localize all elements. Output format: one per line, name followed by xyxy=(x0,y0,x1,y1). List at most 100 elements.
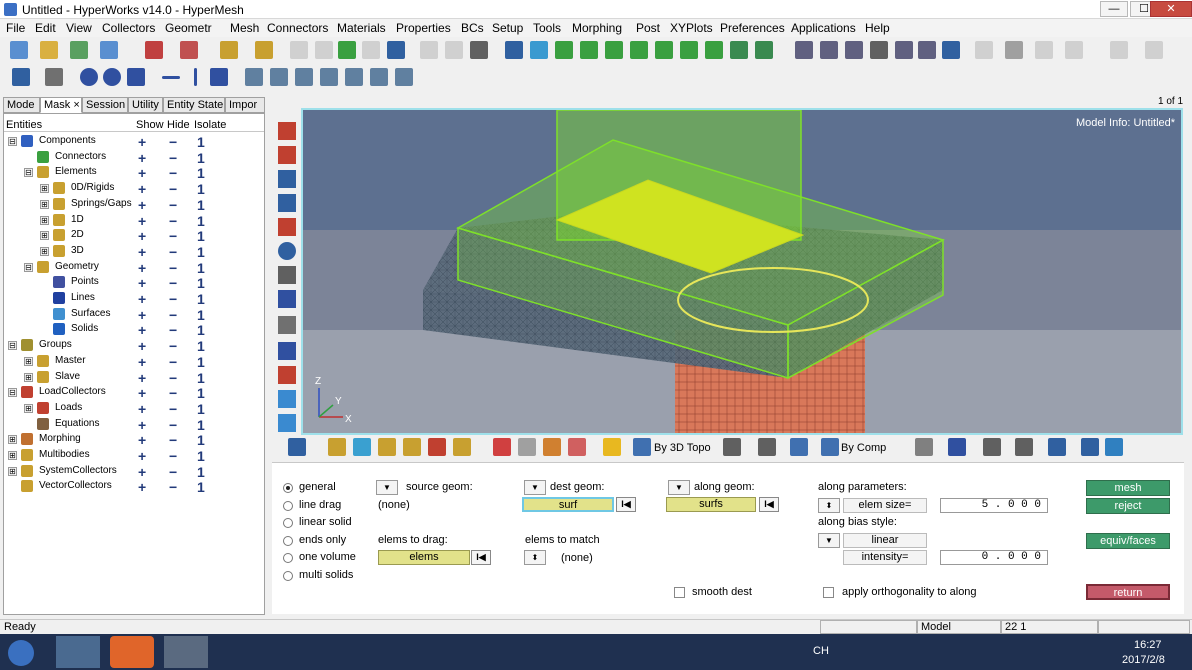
tree-expander[interactable]: ⊟ xyxy=(8,388,17,398)
mode-label[interactable]: line drag xyxy=(299,499,341,511)
monitor-icon[interactable] xyxy=(1105,438,1123,456)
paste-icon[interactable] xyxy=(1035,41,1053,59)
surface-icon[interactable] xyxy=(278,194,296,212)
window-layout-icon[interactable] xyxy=(387,41,405,59)
forward-arrow-icon[interactable] xyxy=(315,41,333,59)
menu-xyplots[interactable]: XYPlots xyxy=(670,21,713,35)
isolate-button[interactable]: 1 xyxy=(197,275,205,291)
view-y-icon[interactable] xyxy=(580,41,598,59)
isolate-button[interactable]: 1 xyxy=(197,150,205,166)
bias-style-value[interactable]: linear xyxy=(843,533,927,548)
along-geom-reset[interactable]: I◀ xyxy=(759,497,779,512)
open-model-icon[interactable] xyxy=(10,41,28,59)
view-bottom-icon[interactable] xyxy=(755,41,773,59)
dest-geom-selector[interactable]: surf xyxy=(522,497,614,512)
mode-radio[interactable] xyxy=(283,535,293,546)
tree-expander[interactable]: ⊞ xyxy=(24,356,33,366)
mode-label[interactable]: multi solids xyxy=(299,569,353,581)
elems-to-drag-selector[interactable]: elems xyxy=(378,550,470,565)
show-plus-button[interactable]: + xyxy=(138,260,146,276)
panel-5-icon[interactable] xyxy=(345,68,363,86)
mode-label[interactable]: general xyxy=(299,481,336,493)
element-icon[interactable] xyxy=(278,170,296,188)
show-plus-button[interactable]: + xyxy=(138,291,146,307)
undo-icon[interactable] xyxy=(180,41,198,59)
entity-row[interactable]: ⊞ 2D + − 1 xyxy=(4,228,264,244)
panel-1-icon[interactable] xyxy=(245,68,263,86)
label-abc-red-icon[interactable] xyxy=(278,366,296,384)
show-plus-button[interactable]: + xyxy=(138,370,146,386)
tree-expander[interactable]: ⊞ xyxy=(8,466,17,476)
tab-import[interactable]: Impor xyxy=(225,97,265,113)
menu-mesh[interactable]: Mesh xyxy=(230,21,259,35)
hide-minus-button[interactable]: − xyxy=(169,260,177,276)
elems-to-match-switch[interactable]: ⬍ xyxy=(524,550,546,565)
entity-row[interactable]: Solids + − 1 xyxy=(4,322,264,338)
equiv-faces-button[interactable]: equiv/faces xyxy=(1086,533,1170,549)
layout-1-icon[interactable] xyxy=(420,41,438,59)
show-plus-button[interactable]: + xyxy=(138,401,146,417)
surface-display-icon[interactable] xyxy=(1048,438,1066,456)
show-plus-button[interactable]: + xyxy=(138,150,146,166)
intensity-field[interactable]: 0 . 0 0 0 xyxy=(940,550,1048,565)
wrench-icon[interactable] xyxy=(45,68,63,86)
elems-to-drag-reset[interactable]: I◀ xyxy=(471,550,491,565)
hide-minus-button[interactable]: − xyxy=(169,322,177,338)
menu-bcs[interactable]: BCs xyxy=(461,21,484,35)
show-plus-button[interactable]: + xyxy=(138,181,146,197)
mode-label[interactable]: ends only xyxy=(299,534,346,546)
shaded-icon[interactable] xyxy=(353,438,371,456)
menu-properties[interactable]: Properties xyxy=(396,21,451,35)
options-icon[interactable] xyxy=(220,41,238,59)
zoom-cursor-icon[interactable] xyxy=(845,41,863,59)
view-iso2-icon[interactable] xyxy=(730,41,748,59)
box-icon[interactable] xyxy=(790,438,808,456)
entity-row[interactable]: ⊞ 1D + − 1 xyxy=(4,213,264,229)
folder2-icon[interactable] xyxy=(403,438,421,456)
isolate-button[interactable]: 1 xyxy=(197,448,205,464)
apply-orthogonality-checkbox[interactable] xyxy=(823,587,834,598)
hide-minus-button[interactable]: − xyxy=(169,401,177,417)
solid-icon[interactable] xyxy=(278,218,296,236)
line-icon[interactable] xyxy=(983,438,1001,456)
isolate-button[interactable]: 1 xyxy=(197,338,205,354)
tree-expander[interactable]: ⊞ xyxy=(40,184,49,194)
mask-icon[interactable] xyxy=(278,390,296,408)
view-neg-x-icon[interactable] xyxy=(655,41,673,59)
isolate-button[interactable]: 1 xyxy=(197,291,205,307)
isolate-button[interactable]: 1 xyxy=(197,354,205,370)
smooth-dest-checkbox[interactable] xyxy=(674,587,685,598)
view-z-icon[interactable] xyxy=(605,41,623,59)
intensity-button[interactable]: intensity= xyxy=(843,550,927,565)
minimize-button[interactable]: — xyxy=(1100,1,1128,17)
comp-display-icon[interactable] xyxy=(328,438,346,456)
show-plus-button[interactable]: + xyxy=(138,338,146,354)
start-button-icon[interactable] xyxy=(8,640,34,666)
bias-style-dropdown[interactable]: ▼ xyxy=(818,533,840,548)
tree-expander[interactable]: ⊟ xyxy=(8,137,17,146)
plus-icon[interactable] xyxy=(194,68,197,86)
isolate-button[interactable]: 1 xyxy=(197,307,205,323)
hide-minus-button[interactable]: − xyxy=(169,307,177,323)
panel-7-icon[interactable] xyxy=(395,68,413,86)
switch-icon[interactable] xyxy=(210,68,228,86)
panel-6-icon[interactable] xyxy=(370,68,388,86)
entity-row[interactable]: Points + − 1 xyxy=(4,275,264,291)
show-plus-button[interactable]: + xyxy=(138,448,146,464)
tree-expander[interactable]: ⊟ xyxy=(8,341,17,351)
entity-row[interactable]: Connectors + − 1 xyxy=(4,150,264,166)
hide-minus-button[interactable]: − xyxy=(169,150,177,166)
copy-icon[interactable] xyxy=(1065,41,1083,59)
help-icon[interactable] xyxy=(568,438,586,456)
close-button[interactable]: ✕ xyxy=(1150,1,1192,17)
entity-row[interactable]: ⊞ Multibodies + − 1 xyxy=(4,448,264,464)
entity-row[interactable]: ⊞ Loads + − 1 xyxy=(4,401,264,417)
grid-icon[interactable] xyxy=(12,68,30,86)
clock-date[interactable]: 2017/2/8 xyxy=(1122,654,1165,666)
menu-view[interactable]: View xyxy=(66,21,92,35)
topo-icon[interactable] xyxy=(633,438,651,456)
source-geom-dropdown[interactable]: ▼ xyxy=(376,480,398,495)
star-icon[interactable] xyxy=(603,438,621,456)
by-comp-label[interactable]: By Comp xyxy=(841,442,886,454)
tree-expander[interactable]: ⊞ xyxy=(24,372,33,382)
